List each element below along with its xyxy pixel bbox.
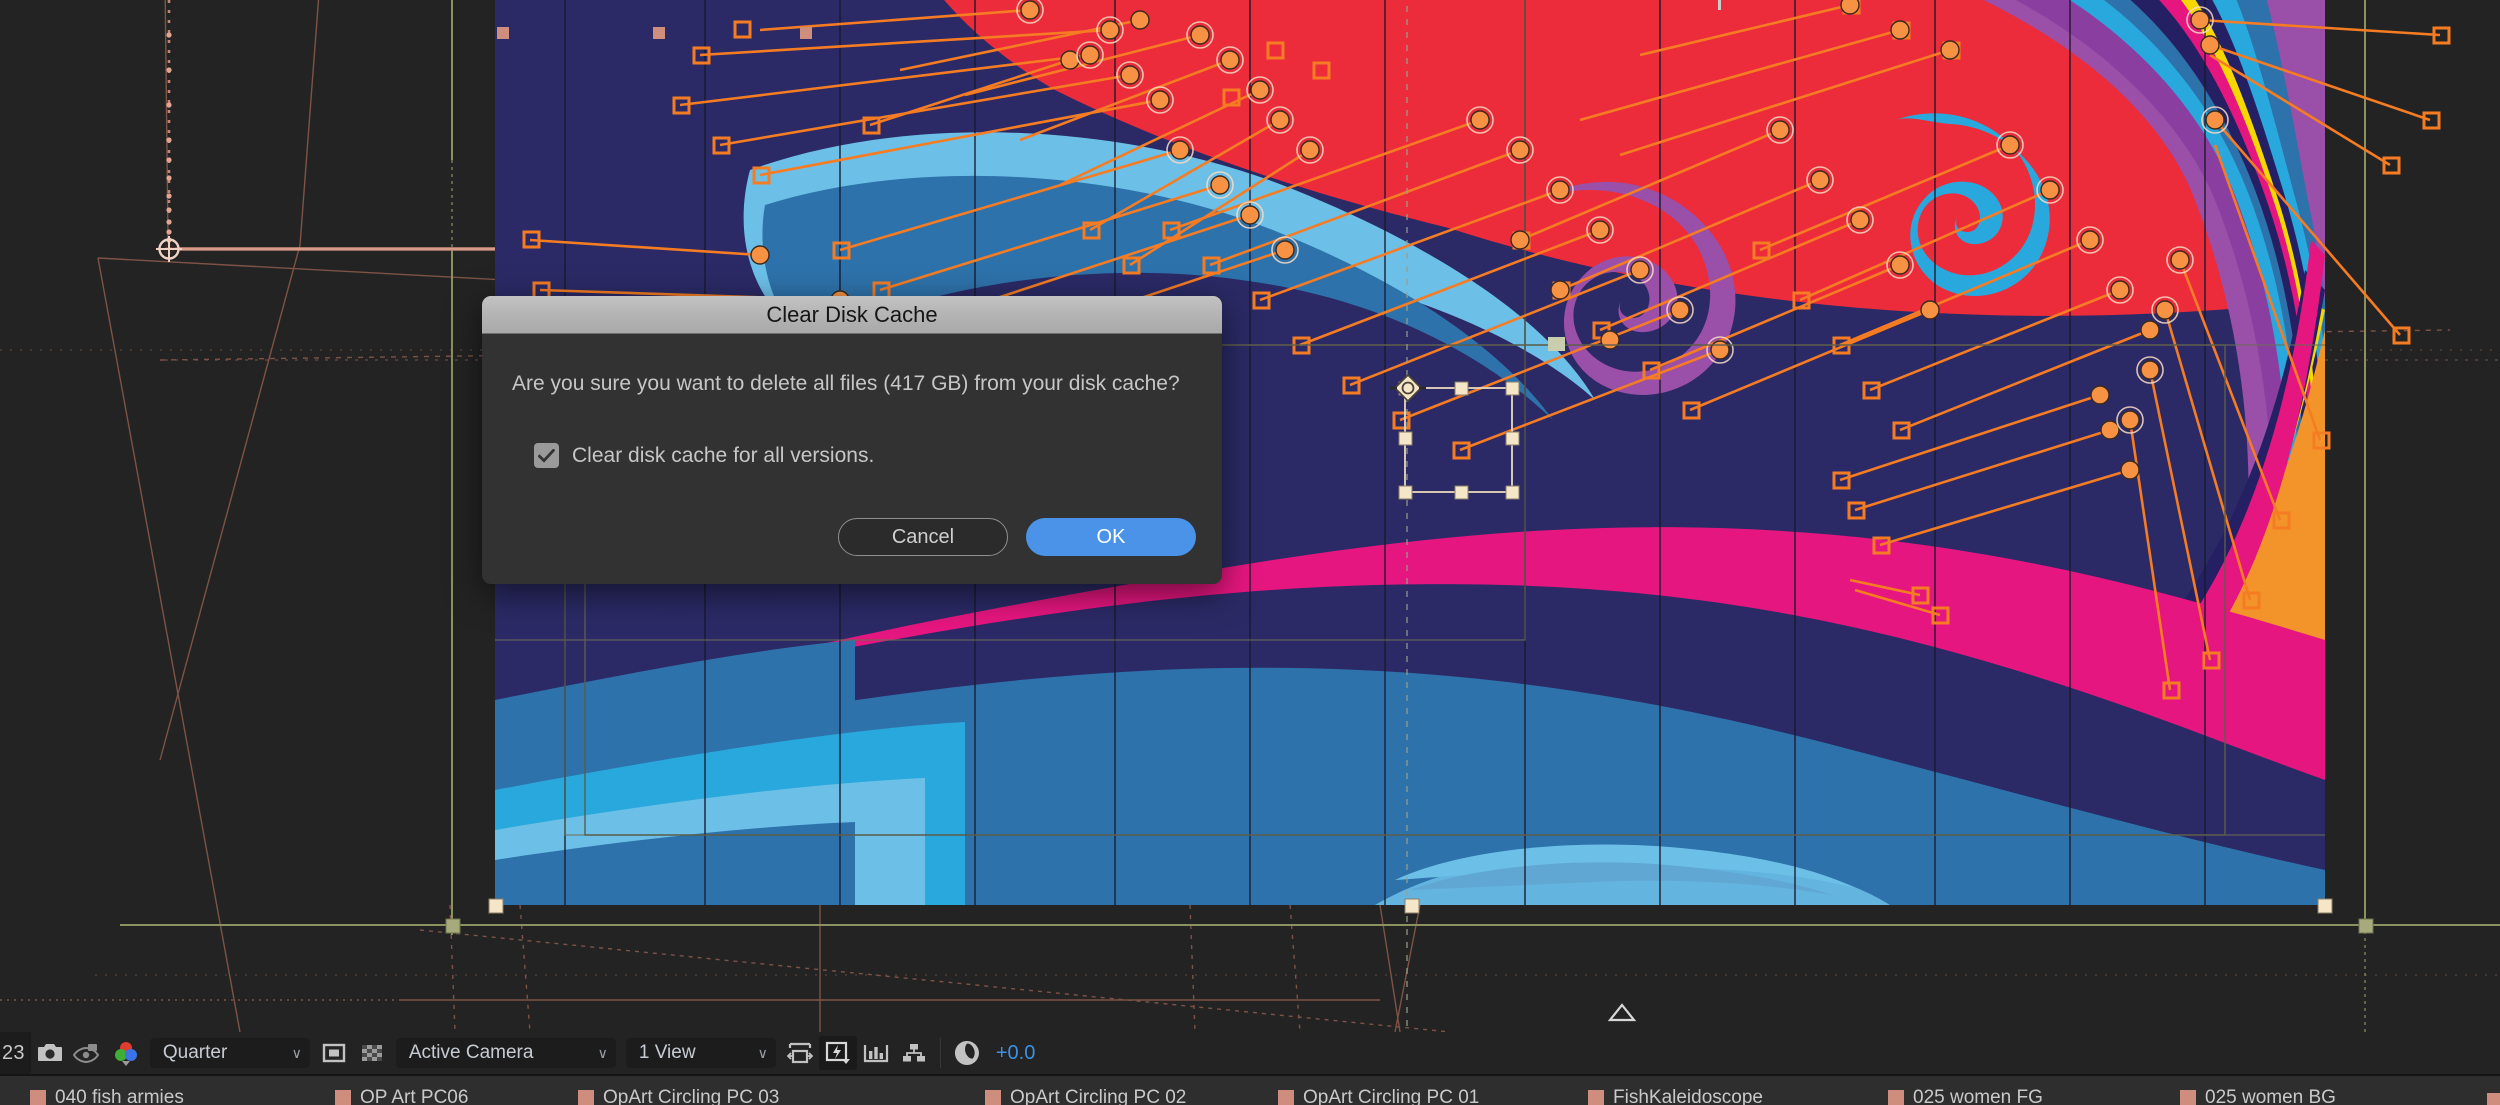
layer-color-swatch	[985, 1090, 1001, 1105]
camera-view-dropdown[interactable]: Active Camera ∨	[395, 1038, 616, 1068]
chevron-down-icon: ∨	[291, 1044, 302, 1061]
layer-name: OP Art PC06	[360, 1087, 469, 1105]
take-snapshot-icon[interactable]	[31, 1032, 69, 1074]
layer-color-swatch	[578, 1090, 594, 1105]
dialog-titlebar: Clear Disk Cache	[482, 296, 1222, 334]
channels-rgb-icon[interactable]	[107, 1032, 145, 1074]
layer-color-swatch	[335, 1090, 351, 1105]
layer-name: OpArt Circling PC 02	[1010, 1087, 1187, 1105]
layer-color-swatch	[1588, 1090, 1604, 1105]
list-item[interactable]: OpArt Circling PC 01	[1278, 1087, 1479, 1105]
list-item[interactable]: 025 women FG	[1888, 1087, 2043, 1105]
resolution-value: Quarter	[162, 1042, 228, 1063]
composition-viewer-panel[interactable]	[0, 0, 2500, 1032]
dialog-title: Clear Disk Cache	[766, 301, 938, 327]
layer-color-swatch	[2487, 1093, 2500, 1105]
clear-disk-cache-dialog[interactable]: Clear Disk Cache Are you sure you want t…	[482, 296, 1222, 584]
timeline-layer-strip[interactable]: 040 fish armies OP Art PC06 OpArt Circli…	[0, 1076, 2500, 1105]
dialog-body: Are you sure you want to delete all file…	[482, 334, 1222, 469]
resolution-dropdown[interactable]: Quarter ∨	[149, 1038, 310, 1068]
list-item[interactable]: OpArt Circling PC 03	[578, 1087, 779, 1105]
clear-all-versions-checkbox-row[interactable]: Clear disk cache for all versions.	[512, 443, 1192, 469]
toolbar-divider	[939, 1038, 941, 1068]
camera-view-value: Active Camera	[408, 1042, 534, 1063]
layer-name: OpArt Circling PC 01	[1303, 1087, 1480, 1105]
layer-name: OpArt Circling PC 03	[603, 1087, 780, 1105]
layer-color-swatch	[1888, 1090, 1904, 1105]
view-layout-value: 1 View	[638, 1042, 696, 1063]
dialog-button-row: Cancel OK	[838, 518, 1196, 556]
chevron-down-icon: ∨	[597, 1044, 608, 1061]
layer-name: 025 women BG	[2205, 1087, 2336, 1105]
layer-name: 040 fish armies	[55, 1087, 184, 1105]
layer-color-swatch	[1278, 1090, 1294, 1105]
list-item[interactable]: 040 fish armies	[30, 1087, 184, 1105]
checkmark-icon	[538, 448, 555, 463]
list-item[interactable]: OP Art PC06	[335, 1087, 468, 1105]
ok-button[interactable]: OK	[1026, 518, 1196, 556]
cancel-button[interactable]: Cancel	[838, 518, 1008, 556]
view-layout-dropdown[interactable]: 1 View ∨	[625, 1038, 776, 1068]
composition-viewer-window: 23 Quarter ∨ Active Camera ∨ 1 View ∨ +0…	[0, 0, 2500, 1105]
layer-name: FishKaleidoscope	[1613, 1087, 1763, 1105]
fast-previews-icon[interactable]	[818, 1036, 857, 1070]
timeline-icon[interactable]	[857, 1032, 895, 1074]
transparency-grid-icon[interactable]	[353, 1032, 391, 1074]
layer-color-swatch	[30, 1090, 46, 1105]
show-snapshot-icon[interactable]	[69, 1032, 107, 1074]
aperture-icon[interactable]	[948, 1032, 986, 1074]
chevron-down-icon: ∨	[757, 1044, 768, 1061]
flowchart-icon[interactable]	[895, 1032, 933, 1074]
region-of-interest-icon[interactable]	[315, 1032, 353, 1074]
clear-all-versions-checkbox[interactable]	[534, 443, 559, 469]
clear-all-versions-label: Clear disk cache for all versions.	[572, 443, 875, 467]
viewer-toolbar[interactable]: 23 Quarter ∨ Active Camera ∨ 1 View ∨ +0…	[0, 1032, 2500, 1074]
dialog-message: Are you sure you want to delete all file…	[512, 372, 1180, 395]
layer-name: 025 women FG	[1913, 1087, 2043, 1105]
pixel-aspect-ratio-icon[interactable]	[781, 1032, 819, 1074]
list-item[interactable]: 025 women BG	[2180, 1087, 2336, 1105]
list-item[interactable]: OpArt Circling PC 02	[985, 1087, 1186, 1105]
layer-color-swatch	[2180, 1090, 2196, 1105]
viewer-timecode[interactable]: 23	[0, 1032, 31, 1074]
list-item[interactable]	[2487, 1093, 2500, 1105]
exposure-value[interactable]: +0.0	[986, 1042, 1035, 1065]
list-item[interactable]: FishKaleidoscope	[1588, 1087, 1763, 1105]
